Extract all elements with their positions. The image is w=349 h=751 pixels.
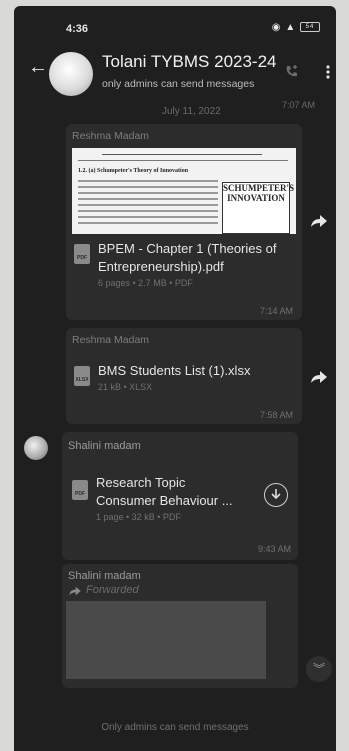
phone-screen: 4:36 ◉ ▲ 54 ← Tolani TYBMS 2023-24 only … xyxy=(14,6,336,751)
xlsx-file-icon: XLSX xyxy=(74,366,90,386)
message-time: 7:58 AM xyxy=(260,410,294,420)
pdf-file-icon: PDF xyxy=(74,244,90,264)
share-forward-icon xyxy=(69,586,81,596)
pdf-file-icon: PDF xyxy=(72,480,88,500)
sender-name: Reshma Madam xyxy=(72,130,150,142)
share-forward-icon[interactable] xyxy=(310,370,328,384)
file-name[interactable]: Research Topic Consumer Behaviour ... xyxy=(96,474,246,510)
share-forward-icon[interactable] xyxy=(310,214,328,228)
phone-plus-icon[interactable] xyxy=(284,64,300,80)
forwarded-label: Forwarded xyxy=(86,584,139,596)
chevrons-down-icon: ︾ xyxy=(312,662,325,676)
more-vertical-icon[interactable] xyxy=(326,64,330,80)
battery-icon: 54 xyxy=(300,22,320,33)
media-preview[interactable] xyxy=(66,601,266,679)
scroll-down-button[interactable]: ︾ xyxy=(306,656,332,682)
group-title[interactable]: Tolani TYBMS 2023-24 xyxy=(102,52,277,72)
message-time: 7:07 AM xyxy=(282,100,316,110)
date-separator: July 11, 2022 xyxy=(162,106,221,117)
file-meta: 21 kB • XLSX xyxy=(98,382,153,392)
admins-only-notice: Only admins can send messages xyxy=(101,722,249,733)
group-subtitle: only admins can send messages xyxy=(102,78,255,90)
download-button[interactable] xyxy=(264,483,288,507)
sender-name: Reshma Madam xyxy=(72,334,150,346)
chat-header[interactable]: ← Tolani TYBMS 2023-24 only admins can s… xyxy=(14,38,336,96)
preview-heading: 1.2. (a) Schumpeter's Theory of Innovati… xyxy=(78,168,189,174)
status-icons: ◉ ▲ 54 xyxy=(272,22,320,33)
message-time: 7:14 AM xyxy=(260,306,294,316)
message-time: 9:43 AM xyxy=(258,544,292,554)
preview-book-title: SCHUMPETER'S INNOVATION xyxy=(222,182,294,234)
download-icon xyxy=(271,489,281,500)
file-name[interactable]: BPEM - Chapter 1 (Theories of Entreprene… xyxy=(98,240,294,276)
wifi-icon: ◉ xyxy=(271,22,282,33)
status-bar: 4:36 ◉ ▲ 54 xyxy=(14,6,336,40)
group-avatar[interactable] xyxy=(49,52,93,96)
message-list[interactable]: 7:07 AM July 11, 2022 Reshma Madam 1.2. … xyxy=(14,96,336,696)
file-meta: 1 page • 32 kB • PDF xyxy=(96,512,181,522)
file-name[interactable]: BMS Students List (1).xlsx xyxy=(98,362,294,380)
arrow-left-icon[interactable]: ← xyxy=(28,56,48,79)
signal-icon: ▲ xyxy=(285,22,297,33)
sender-name: Shalini madam xyxy=(68,570,141,582)
document-preview[interactable]: 1.2. (a) Schumpeter's Theory of Innovati… xyxy=(72,148,296,234)
sender-name: Shalini madam xyxy=(68,440,141,452)
status-time: 4:36 xyxy=(66,23,89,35)
file-meta: 6 pages • 2.7 MB • PDF xyxy=(98,278,193,288)
sender-avatar[interactable] xyxy=(24,436,48,460)
